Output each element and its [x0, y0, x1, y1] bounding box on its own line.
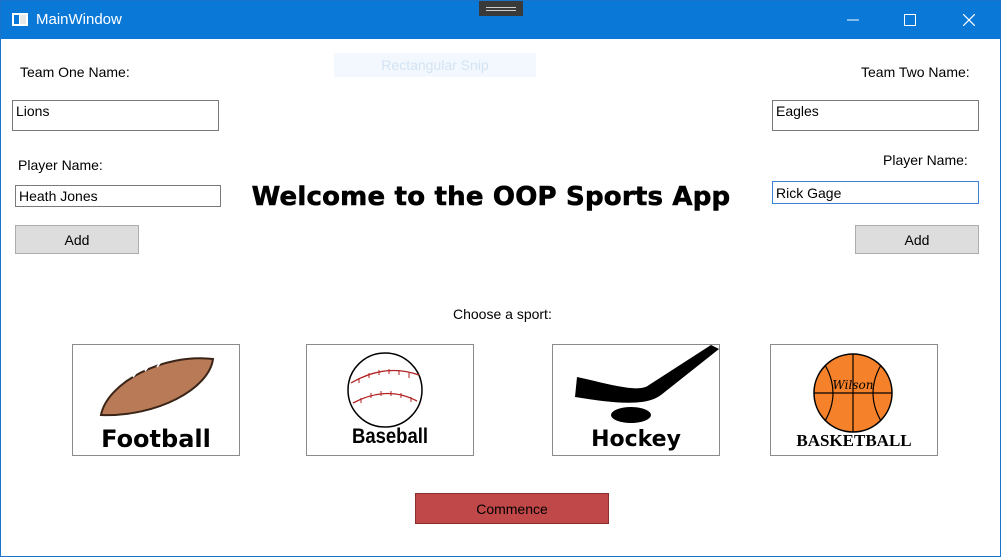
hockey-button[interactable]: Hockey	[552, 344, 720, 456]
team-two-add-button[interactable]: Add	[855, 225, 979, 254]
snip-grip-handle[interactable]	[479, 1, 523, 16]
minimize-button[interactable]	[830, 1, 876, 39]
team-one-name-input[interactable]	[12, 100, 219, 131]
hockey-label: Hockey	[591, 427, 681, 452]
team-two-name-input[interactable]	[772, 100, 979, 131]
window-title: MainWindow	[36, 11, 122, 28]
team-two-player-label: Player Name:	[883, 152, 968, 168]
team-two-player-input[interactable]	[772, 181, 979, 204]
baseball-label: Baseball	[351, 425, 429, 448]
close-button[interactable]	[946, 1, 992, 39]
title-bar[interactable]: MainWindow	[1, 1, 1000, 39]
maximize-icon	[904, 14, 916, 26]
rectangular-snip-overlay: Rectangular Snip	[334, 53, 536, 77]
team-one-player-label: Player Name:	[18, 157, 103, 173]
basketball-label: BASKETBALL	[796, 431, 912, 450]
basketball-button[interactable]: Wilson BASKETBALL	[770, 344, 938, 456]
commence-button[interactable]: Commence	[415, 493, 609, 524]
team-one-player-input[interactable]	[15, 185, 221, 207]
main-window: MainWindow Rectangular Snip Team One Nam…	[0, 0, 1001, 557]
team-one-name-label: Team One Name:	[20, 64, 130, 80]
football-button[interactable]: Football	[72, 344, 240, 456]
team-one-add-button[interactable]: Add	[15, 225, 139, 254]
welcome-heading: Welcome to the OOP Sports App	[251, 182, 731, 213]
team-two-name-label: Team Two Name:	[861, 64, 970, 80]
minimize-icon	[847, 19, 859, 21]
maximize-button[interactable]	[887, 1, 933, 39]
football-label: Football	[101, 425, 211, 453]
baseball-button[interactable]: Baseball	[306, 344, 474, 456]
basketball-brand-text: Wilson	[833, 378, 874, 392]
choose-sport-label: Choose a sport:	[453, 306, 552, 322]
app-window-icon	[12, 13, 28, 26]
close-icon	[963, 14, 975, 26]
